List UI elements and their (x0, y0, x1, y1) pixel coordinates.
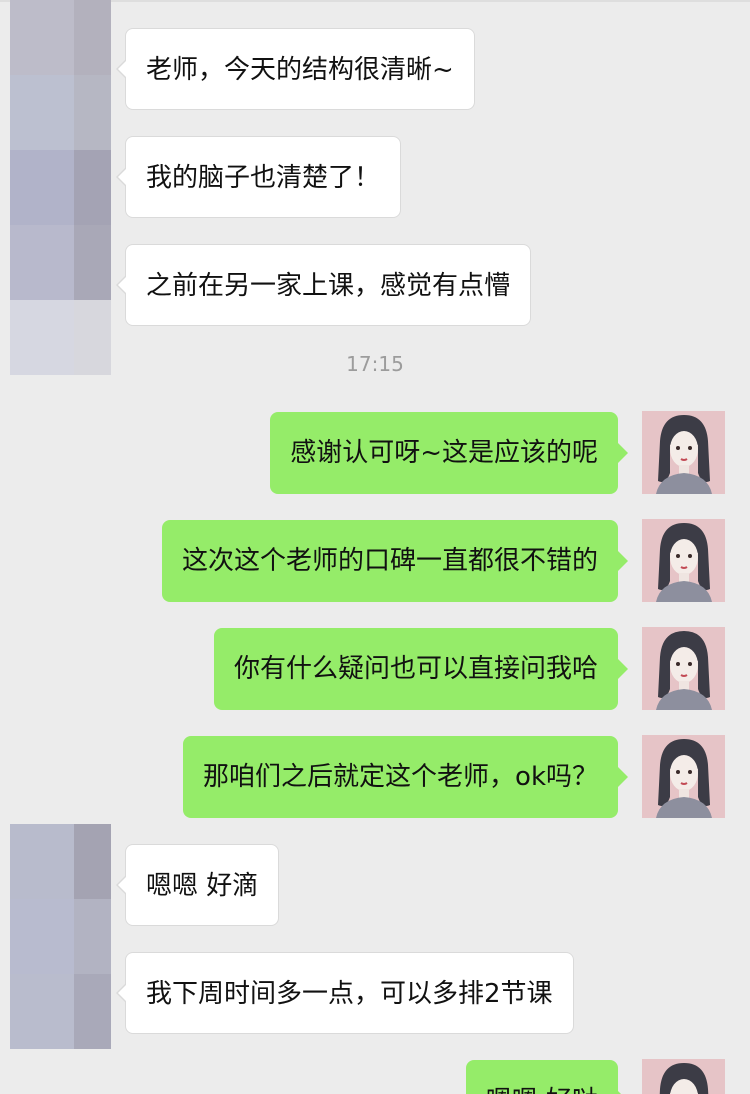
girl-with-braids-avatar-icon[interactable] (642, 519, 725, 602)
message-bubble-incoming[interactable]: 嗯嗯 好滴 (115, 844, 280, 926)
message-text: 感谢认可呀~这是应该的呢 (290, 438, 598, 468)
message-bubble-outgoing[interactable]: 这次这个老师的口碑一直都很不错的 (161, 520, 629, 602)
message-text: 这次这个老师的口碑一直都很不错的 (181, 546, 598, 576)
message-text: 嗯嗯 好哒 (486, 1086, 598, 1094)
message-bubble-outgoing[interactable]: 感谢认可呀~这是应该的呢 (270, 412, 628, 494)
message-text: 我下周时间多一点，可以多排2节课 (146, 979, 553, 1009)
message-text: 你有什么疑问也可以直接问我哈 (233, 654, 598, 684)
message-bubble-incoming[interactable]: 我下周时间多一点，可以多排2节课 (116, 952, 574, 1034)
message-text: 那咱们之后就定这个老师，ok吗？ (203, 762, 598, 792)
top-divider (0, 0, 750, 2)
girl-with-braids-avatar-icon[interactable] (642, 627, 725, 710)
message-bubble-outgoing[interactable]: 那咱们之后就定这个老师，ok吗？ (183, 736, 628, 818)
message-text: 嗯嗯 好滴 (146, 871, 259, 901)
message-bubble-incoming[interactable]: 老师，今天的结构很清晰~ (116, 28, 475, 110)
message-bubble-outgoing[interactable]: 嗯嗯 好哒 (465, 1060, 629, 1094)
message-bubble-incoming[interactable]: 之前在另一家上课，感觉有点懵 (115, 244, 532, 326)
message-text: 之前在另一家上课，感觉有点懵 (146, 271, 511, 301)
girl-with-braids-avatar-icon[interactable] (642, 411, 725, 494)
message-bubble-outgoing[interactable]: 你有什么疑问也可以直接问我哈 (213, 628, 629, 710)
girl-with-braids-avatar-icon[interactable] (642, 735, 725, 818)
girl-with-braids-avatar-icon[interactable] (642, 1059, 725, 1094)
message-text: 老师，今天的结构很清晰~ (146, 55, 454, 85)
blurred-avatar-icon[interactable] (10, 824, 111, 1049)
message-text: 我的脑子也清楚了！ (146, 163, 381, 193)
blurred-avatar-icon[interactable] (10, 0, 111, 375)
chat-window: 老师，今天的结构很清晰~ 我的脑子也清楚了！ 之前在另一家上课，感觉有点懵 17… (0, 0, 750, 1094)
timestamp: 17:15 (346, 352, 404, 376)
message-bubble-incoming[interactable]: 我的脑子也清楚了！ (115, 136, 402, 218)
